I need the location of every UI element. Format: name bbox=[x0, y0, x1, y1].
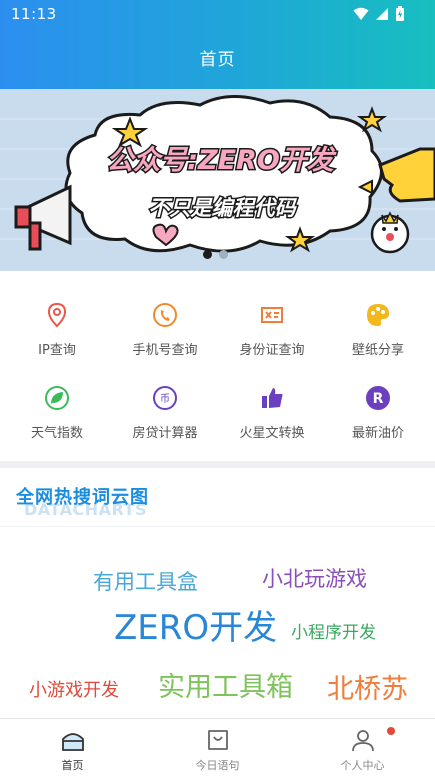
tool-label: 壁纸分享 bbox=[351, 343, 404, 358]
tool-label: 房贷计算器 bbox=[132, 426, 198, 441]
svg-text:币: 币 bbox=[160, 393, 170, 405]
currency-icon: 币 bbox=[153, 386, 177, 410]
carousel-dot[interactable] bbox=[203, 250, 212, 259]
cloud-word[interactable]: 小程序开发 bbox=[291, 625, 376, 642]
word-cloud-card: DATACHARTS 全网热搜词云图 有用工具盒 小北玩游戏 ZERO开发 小程… bbox=[0, 468, 435, 718]
tool-label: 最新油价 bbox=[351, 426, 404, 441]
user-icon bbox=[351, 730, 374, 752]
cloud-word[interactable]: ZERO开发 bbox=[114, 611, 277, 645]
cloud-word[interactable]: 北桥苏 bbox=[327, 676, 408, 703]
tool-martian-text[interactable]: 火星文转换 bbox=[218, 384, 326, 441]
bottom-tab-bar: 首页 今日语句 个人中心 bbox=[0, 718, 435, 776]
tool-id-card-lookup[interactable]: 身份证查询 bbox=[218, 301, 326, 358]
tab-profile[interactable]: 个人中心 bbox=[290, 719, 435, 776]
tools-grid: IP查询 手机号查询 身份证查询 壁纸分享 天气指数 币 房贷计算器 火星文转换… bbox=[0, 283, 435, 458]
app-screen: 11:13 首页 公众号:ZERO开发 不只是编程代码 IP查询 手机号查询 身… bbox=[0, 0, 435, 776]
battery-icon bbox=[396, 6, 404, 21]
section-divider bbox=[0, 461, 435, 468]
tool-label: 火星文转换 bbox=[239, 426, 305, 441]
registered-icon: R bbox=[366, 386, 390, 410]
tool-label: 天气指数 bbox=[30, 426, 83, 441]
location-pin-icon bbox=[47, 302, 67, 328]
tool-oil-price[interactable]: R 最新油价 bbox=[324, 384, 432, 441]
bag-icon bbox=[207, 730, 228, 750]
tool-label: IP查询 bbox=[38, 343, 76, 358]
tool-phone-lookup[interactable]: 手机号查询 bbox=[111, 301, 219, 358]
banner-line-2: 不只是编程代码 bbox=[149, 196, 298, 220]
notification-badge bbox=[387, 727, 395, 735]
tool-ip-lookup[interactable]: IP查询 bbox=[3, 301, 111, 358]
signal-icon bbox=[376, 8, 388, 20]
tab-label: 今日语句 bbox=[195, 759, 240, 772]
tool-mortgage[interactable]: 币 房贷计算器 bbox=[111, 384, 219, 441]
tab-label: 首页 bbox=[61, 759, 84, 772]
phone-icon bbox=[153, 303, 177, 327]
palette-icon bbox=[367, 304, 389, 326]
tab-label: 个人中心 bbox=[340, 759, 385, 772]
cloud-word[interactable]: 实用工具箱 bbox=[158, 674, 293, 701]
cloud-word[interactable]: 小游戏开发 bbox=[29, 682, 119, 700]
id-card-icon bbox=[261, 307, 283, 323]
leaf-icon bbox=[45, 386, 69, 410]
tab-home[interactable]: 首页 bbox=[0, 719, 145, 776]
banner-illustration: 公众号:ZERO开发 不只是编程代码 bbox=[0, 89, 435, 271]
tool-label: 身份证查询 bbox=[239, 343, 305, 358]
thumbs-up-icon bbox=[262, 388, 283, 408]
page-title: 首页 bbox=[199, 50, 236, 70]
tool-label: 手机号查询 bbox=[132, 343, 198, 358]
home-icon bbox=[61, 733, 84, 751]
tool-wallpaper[interactable]: 壁纸分享 bbox=[324, 301, 432, 358]
carousel-indicator[interactable] bbox=[203, 250, 228, 259]
banner-carousel[interactable]: 公众号:ZERO开发 不只是编程代码 bbox=[0, 89, 435, 271]
status-icons bbox=[353, 6, 405, 22]
carousel-dot[interactable] bbox=[219, 250, 228, 259]
svg-text:R: R bbox=[373, 391, 384, 407]
header-bar: 11:13 首页 bbox=[0, 0, 435, 89]
cloud-word[interactable]: 有用工具盒 bbox=[93, 572, 198, 593]
cloud-word[interactable]: 小北玩游戏 bbox=[262, 569, 367, 590]
cloud-title: 全网热搜词云图 bbox=[16, 487, 149, 508]
status-bar: 11:13 bbox=[0, 0, 435, 28]
tool-weather[interactable]: 天气指数 bbox=[3, 384, 111, 441]
banner-line-1: 公众号:ZERO开发 bbox=[106, 145, 337, 176]
wifi-icon bbox=[353, 7, 369, 20]
cloud-separator bbox=[0, 526, 435, 527]
status-time: 11:13 bbox=[11, 5, 57, 23]
tab-daily-quote[interactable]: 今日语句 bbox=[145, 719, 290, 776]
